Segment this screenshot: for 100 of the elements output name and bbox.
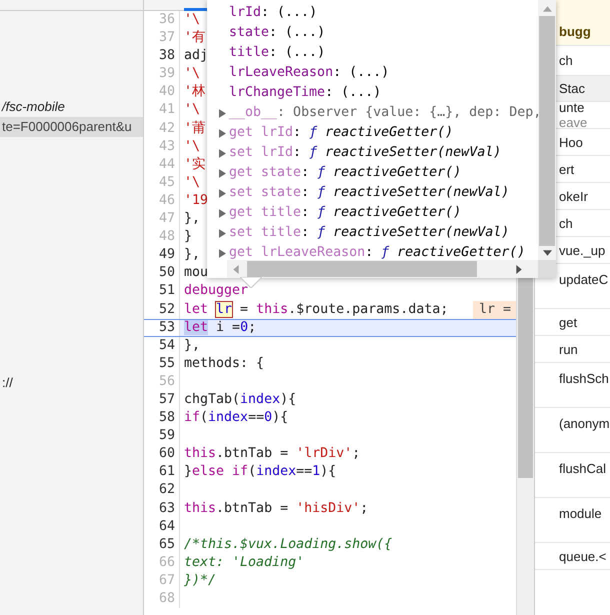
frame-location: eave [559,115,588,130]
code-line: '\ [184,65,200,84]
code-line: })*/ [184,572,216,590]
navigator-item[interactable]: te=F0000006parent&u [0,117,143,137]
line-number: 61 [144,463,180,482]
line-number: 64 [144,518,180,536]
code-line: let lr = this.$route.params.data; [184,300,448,318]
expand-icon[interactable] [219,208,226,218]
code-line: let i =0; [184,320,256,336]
code-line: '实 [184,156,206,174]
line-number: 62 [144,481,180,500]
line-number: 42 [144,120,180,138]
code-line: }, [184,210,200,228]
sidebar-item[interactable]: run [559,342,610,356]
property-entry[interactable]: set lrId: ƒ reactiveSetter(newVal) [229,143,502,163]
line-number: 46 [144,192,180,210]
property-entry: lrChangeTime: (...) [229,84,382,102]
code-line: if(index==0){ [184,409,288,428]
line-number: 54 [144,336,180,355]
property-entry[interactable]: get title: ƒ reactiveGetter() [229,203,462,223]
line-number: 37 [144,29,180,48]
property-entry[interactable]: get lrId: ƒ reactiveGetter() [229,123,454,143]
line-number: 60 [144,445,180,464]
line-number: 47 [144,210,180,228]
line-number: 57 [144,390,180,410]
code-line: mou [184,264,208,282]
code-line: debugger [184,282,248,300]
property-entry: lrLeaveReason: (...) [229,64,390,82]
line-number: 65 [144,536,180,554]
line-number: 63 [144,500,180,518]
code-line: /*this.$vux.Loading.show({ [184,536,392,554]
line-number: 40 [144,83,180,102]
line-number: 36 [144,11,180,30]
code-line: } [184,228,192,246]
property-entry: lrId: (...) [229,4,318,22]
line-number: 38 [144,47,180,66]
sidebar-item[interactable]: module [559,506,610,521]
sidebar-item[interactable]: ch [559,216,610,230]
code-line: this.btnTab = 'hisDiv'; [184,500,368,518]
navigator-item[interactable]: :// [0,373,143,393]
line-number: 50 [144,264,180,282]
line-number: 45 [144,174,180,192]
code-line: '\ [184,138,200,156]
code-line: '有 [184,29,206,48]
line-number: 44 [144,156,180,174]
expand-icon[interactable] [219,128,226,138]
line-number: 43 [144,138,180,156]
sidebar-item[interactable]: flushCal [559,461,610,476]
sidebar-item[interactable]: ch [559,53,610,68]
property-entry[interactable]: set title: ƒ reactiveSetter(newVal) [229,223,510,243]
sidebar-item[interactable]: updateC [559,272,610,287]
property-entry: title: (...) [229,44,326,62]
line-number: 41 [144,101,180,120]
sidebar-item[interactable]: Hoo [559,134,610,150]
property-entry: state: (...) [229,24,326,42]
line-number: 53 [144,320,180,336]
expand-icon[interactable] [219,248,226,258]
code-line: }, [184,246,200,264]
property-entry[interactable]: get lrLeaveReason: ƒ reactiveGetter() [229,243,526,260]
code-line: text: 'Loading' [184,554,304,572]
expand-icon[interactable] [219,148,226,158]
line-number: 49 [144,246,180,264]
sidebar-item[interactable]: vue._up [559,242,610,258]
property-entry[interactable]: __ob__: Observer {value: {…}, dep: Dep, [229,103,538,123]
inline-value: lr = [473,300,516,319]
scrollbar-thumb[interactable] [539,16,555,246]
scroll-right-icon[interactable] [516,264,522,274]
sidebar-item[interactable]: unte [559,100,610,115]
code-line: methods: { [184,354,264,373]
code-line: chgTab(index){ [184,390,296,409]
code-line: }else if(index==1){ [184,463,336,482]
sidebar-item[interactable]: (anonym [559,416,610,431]
expand-icon[interactable] [219,168,226,178]
code-line: '19 [184,192,208,210]
sidebar-item[interactable]: get [559,314,610,330]
sidebar-item[interactable]: queue.< [559,548,610,564]
code-line: this.btnTab = 'lrDiv'; [184,445,360,464]
expand-icon[interactable] [219,188,226,198]
line-number: 51 [144,282,180,300]
expand-icon[interactable] [219,228,226,238]
code-line: '\ [184,101,200,120]
code-line: }, [184,336,200,355]
sidebar-item[interactable]: okeIr [559,188,610,204]
property-entry[interactable]: set state: ƒ reactiveSetter(newVal) [229,183,510,203]
property-entry[interactable]: get state: ƒ reactiveGetter() [229,163,462,183]
expand-icon[interactable] [219,108,226,118]
line-number: 58 [144,409,180,428]
code-line: '林 [184,83,206,102]
line-number: 66 [144,554,180,572]
scrollbar-thumb[interactable] [247,261,477,277]
sidebar-item[interactable]: ert [559,162,610,176]
line-number: 48 [144,228,180,246]
scroll-down-icon[interactable] [542,250,552,256]
code-line: '\ [184,11,200,29]
navigator-item[interactable]: /fsc-mobile [0,97,143,117]
line-number: 67 [144,572,180,590]
sidebar-item[interactable]: flushSch [559,371,610,386]
line-number: 56 [144,372,180,391]
line-number: 68 [144,590,180,608]
code-line: '\ [184,174,200,192]
